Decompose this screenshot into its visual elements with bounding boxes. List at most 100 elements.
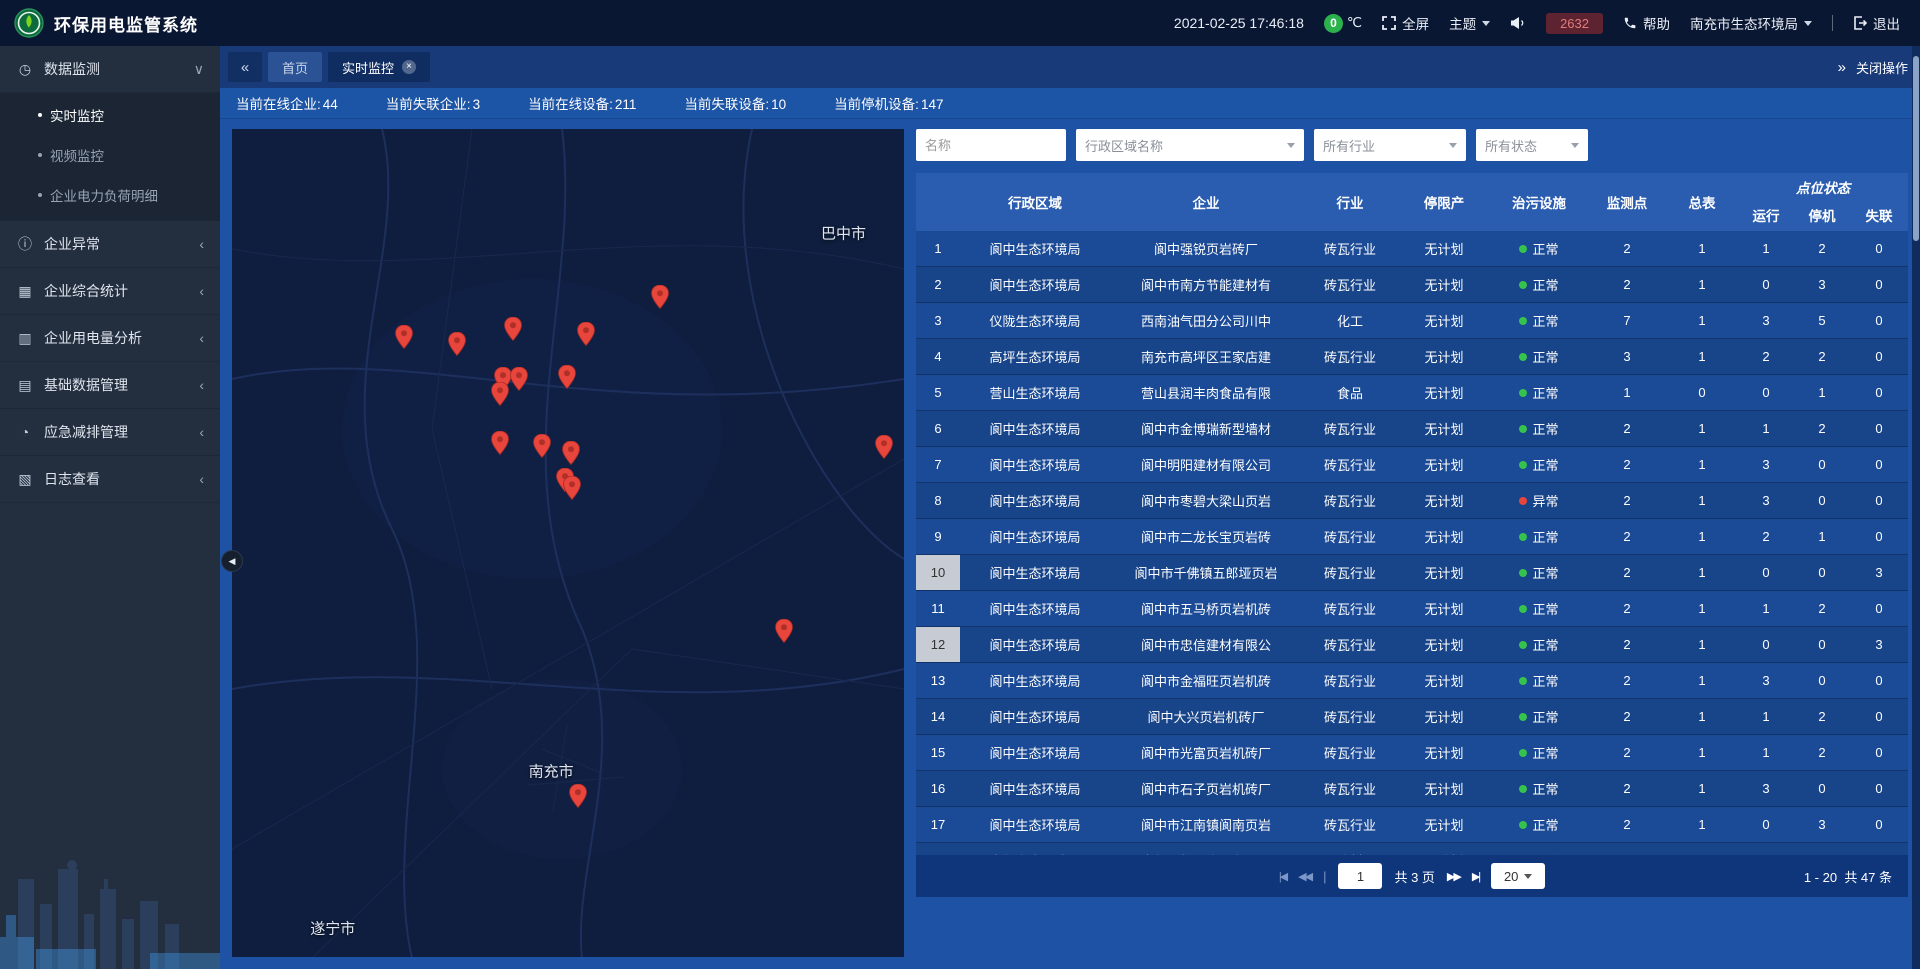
row-index: 1: [916, 231, 960, 266]
table-row[interactable]: 16 阆中生态环境局 阆中市石子页岩机砖厂 砖瓦行业 无计划 正常 2 1 3 …: [916, 771, 1908, 807]
map-pin-icon[interactable]: [563, 476, 581, 500]
collapse-map-button[interactable]: ◀: [221, 550, 243, 572]
col-point-status-group: 点位状态: [1738, 173, 1908, 199]
cell-meter: 1: [1666, 663, 1738, 698]
sidebar-section-2[interactable]: ▦ 企业综合统计 ‹: [0, 268, 220, 315]
map-pin-icon[interactable]: [577, 322, 595, 346]
tab-1[interactable]: 实时监控 ×: [328, 52, 430, 82]
tab-0[interactable]: 首页: [268, 52, 322, 82]
map-pin-icon[interactable]: [569, 784, 587, 808]
table-row[interactable]: 14 阆中生态环境局 阆中大兴页岩机砖厂 砖瓦行业 无计划 正常 2 1 1 2…: [916, 699, 1908, 735]
cell-lost: 0: [1850, 447, 1908, 482]
cell-company: 阆中市江南镇阆南页岩: [1110, 807, 1302, 842]
table-row[interactable]: 11 阆中生态环境局 阆中市五马桥页岩机砖 砖瓦行业 无计划 正常 2 1 1 …: [916, 591, 1908, 627]
sidebar-section-0[interactable]: ◷ 数据监测 ∨: [0, 46, 220, 93]
sidebar-section-3[interactable]: ▥ 企业用电量分析 ‹: [0, 315, 220, 362]
cell-industry: 食品: [1302, 375, 1398, 410]
map-pin-icon[interactable]: [395, 325, 413, 349]
cell-facility: 正常: [1490, 735, 1588, 770]
cell-meter: 1: [1666, 627, 1738, 662]
sidebar-item[interactable]: 视频监控: [0, 135, 220, 175]
sidebar-section-4[interactable]: ▤ 基础数据管理 ‹: [0, 362, 220, 409]
prev-page-button[interactable]: ◀◀: [1298, 870, 1311, 883]
map-pin-icon[interactable]: [875, 435, 893, 459]
sidebar-item[interactable]: 企业电力负荷明细: [0, 175, 220, 215]
cell-meter: 1: [1666, 807, 1738, 842]
logout-button[interactable]: 退出: [1853, 13, 1900, 33]
map-panel[interactable]: 巴中市南充市遂宁市: [232, 129, 904, 957]
table-row[interactable]: 15 阆中生态环境局 阆中市光富页岩机砖厂 砖瓦行业 无计划 正常 2 1 1 …: [916, 735, 1908, 771]
table-row[interactable]: 7 阆中生态环境局 阆中明阳建材有限公司 砖瓦行业 无计划 正常 2 1 3 0…: [916, 447, 1908, 483]
table-row[interactable]: 2 阆中生态环境局 阆中市南方节能建材有 砖瓦行业 无计划 正常 2 1 0 3…: [916, 267, 1908, 303]
sidebar-section-6[interactable]: ▧ 日志查看 ‹: [0, 456, 220, 503]
scrollbar-thumb[interactable]: [1913, 56, 1919, 241]
theme-dropdown[interactable]: 主题: [1449, 13, 1490, 33]
region-select[interactable]: 行政区域名称: [1076, 129, 1304, 161]
map-pin-icon[interactable]: [533, 434, 551, 458]
name-input[interactable]: [916, 129, 1066, 161]
map-pin-icon[interactable]: [504, 317, 522, 341]
close-operations-button[interactable]: 关闭操作: [1856, 58, 1908, 77]
sidebar-section-5[interactable]: ◔ 应急减排管理 ‹: [0, 409, 220, 456]
announcement-icon[interactable]: [1510, 16, 1526, 30]
sidebar-section-1[interactable]: ⓘ 企业异常 ‹: [0, 221, 220, 268]
page-input[interactable]: [1338, 863, 1382, 889]
map-pin-icon[interactable]: [651, 285, 669, 309]
page-size-select[interactable]: 20: [1491, 863, 1545, 889]
map-pin-icon[interactable]: [562, 441, 580, 465]
last-page-button[interactable]: ▶|: [1472, 870, 1479, 883]
table-row[interactable]: 9 阆中生态环境局 阆中市二龙长宝页岩砖 砖瓦行业 无计划 正常 2 1 2 1…: [916, 519, 1908, 555]
cell-lost: 0: [1850, 303, 1908, 338]
table-row[interactable]: 13 阆中生态环境局 阆中市金福旺页岩机砖 砖瓦行业 无计划 正常 2 1 3 …: [916, 663, 1908, 699]
table-row[interactable]: 3 仪陇生态环境局 西南油气田分公司川中 化工 无计划 正常 7 1 3 5 0: [916, 303, 1908, 339]
tab-close-icon[interactable]: ×: [402, 60, 416, 74]
table-row[interactable]: 5 营山生态环境局 营山县润丰肉食品有限 食品 无计划 正常 1 0 0 1 0: [916, 375, 1908, 411]
fullscreen-button[interactable]: 全屏: [1382, 13, 1429, 33]
table-row[interactable]: 6 阆中生态环境局 阆中市金博瑞新型墙材 砖瓦行业 无计划 正常 2 1 1 2…: [916, 411, 1908, 447]
table-row[interactable]: 10 阆中生态环境局 阆中市千佛镇五郎垭页岩 砖瓦行业 无计划 正常 2 1 0…: [916, 555, 1908, 591]
org-dropdown[interactable]: 南充市生态环境局: [1690, 13, 1812, 33]
cell-stop: 0: [1794, 771, 1850, 806]
table-row[interactable]: 1 阆中生态环境局 阆中强锐页岩砖厂 砖瓦行业 无计划 正常 2 1 1 2 0: [916, 231, 1908, 267]
cell-lost: 0: [1850, 699, 1908, 734]
table-row[interactable]: 4 高坪生态环境局 南充市高坪区王家店建 砖瓦行业 无计划 正常 3 1 2 2…: [916, 339, 1908, 375]
map-pin-icon[interactable]: [491, 431, 509, 455]
cell-meter: 1: [1666, 483, 1738, 518]
industry-select[interactable]: 所有行业: [1314, 129, 1466, 161]
first-page-button[interactable]: |◀: [1279, 870, 1286, 883]
sidebar-section-label: 企业综合统计: [44, 281, 189, 301]
cell-meter: 1: [1666, 231, 1738, 266]
stat-item: 当前失联企业:3: [386, 93, 480, 113]
map-pin-icon[interactable]: [448, 332, 466, 356]
row-index: 16: [916, 771, 960, 806]
table-row[interactable]: 18 南部生态环境局 南部县雄狮水泥有限公 建材 无计划 正常 2 1 0 0 …: [916, 843, 1908, 855]
table-row[interactable]: 8 阆中生态环境局 阆中市枣碧大梁山页岩 砖瓦行业 无计划 异常 2 1 3 0…: [916, 483, 1908, 519]
map-pin-icon[interactable]: [491, 382, 509, 406]
cell-company: 阆中大兴页岩机砖厂: [1110, 699, 1302, 734]
map-pin-icon[interactable]: [775, 619, 793, 643]
cell-monitor: 1: [1588, 375, 1666, 410]
tabs-scroll-left-button[interactable]: «: [228, 52, 262, 82]
alert-count-badge[interactable]: 2632: [1546, 13, 1603, 34]
col-index: [916, 173, 960, 231]
row-index: 12: [916, 627, 960, 662]
sidebar-item[interactable]: 实时监控: [0, 95, 220, 135]
cell-run: 3: [1738, 483, 1794, 518]
help-button[interactable]: 帮助: [1623, 13, 1670, 33]
status-dot-icon: [1519, 317, 1527, 325]
status-select[interactable]: 所有状态: [1476, 129, 1588, 161]
cell-facility: 正常: [1490, 375, 1588, 410]
next-page-button[interactable]: ▶▶: [1447, 870, 1460, 883]
cell-lost: 0: [1850, 519, 1908, 554]
tabs-scroll-right-button[interactable]: »: [1838, 59, 1846, 76]
table-row[interactable]: 12 阆中生态环境局 阆中市忠信建材有限公 砖瓦行业 无计划 正常 2 1 0 …: [916, 627, 1908, 663]
map-pin-icon[interactable]: [558, 365, 576, 389]
cell-monitor: 2: [1588, 591, 1666, 626]
vertical-scrollbar[interactable]: [1912, 46, 1920, 969]
cell-run: 1: [1738, 411, 1794, 446]
cell-region: 阆中生态环境局: [960, 663, 1110, 698]
cell-industry: 砖瓦行业: [1302, 627, 1398, 662]
table-row[interactable]: 17 阆中生态环境局 阆中市江南镇阆南页岩 砖瓦行业 无计划 正常 2 1 0 …: [916, 807, 1908, 843]
map-pin-icon[interactable]: [510, 367, 528, 391]
cell-facility: 正常: [1490, 843, 1588, 855]
